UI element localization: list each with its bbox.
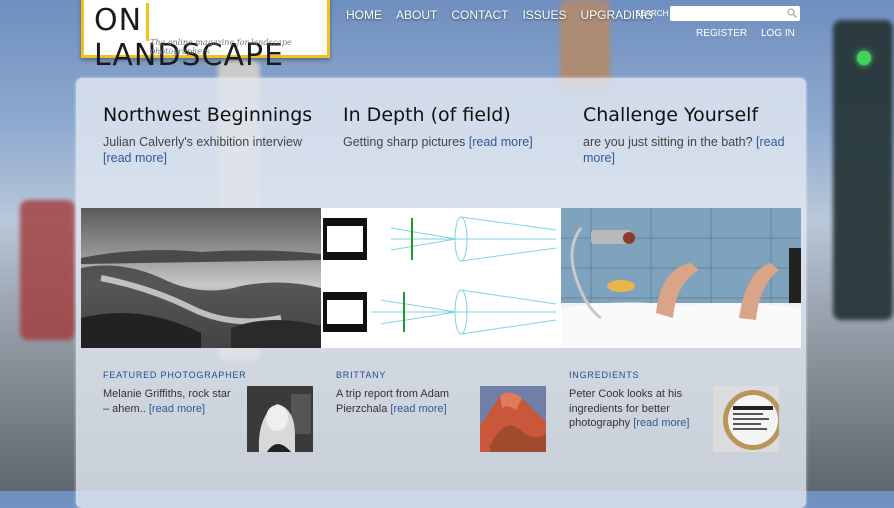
ingredients-teaser: INGREDIENTS Peter Cook looks at his ingr… [569, 370, 784, 452]
brittany-rocks-thumbnail[interactable] [480, 386, 546, 452]
search-icon[interactable] [787, 8, 797, 18]
category-label[interactable]: INGREDIENTS [569, 370, 784, 380]
depth-of-field-diagram[interactable] [321, 208, 561, 348]
read-more-link[interactable]: [read more] [633, 417, 689, 429]
login-link[interactable]: LOG IN [761, 28, 795, 39]
teaser-text: A trip report from Adam Pierzchala [read… [336, 387, 471, 416]
read-more-link[interactable]: [read more] [390, 403, 446, 415]
feature-title[interactable]: In Depth (of field) [343, 104, 563, 126]
background-hut [20, 200, 75, 340]
nav-about[interactable]: ABOUT [396, 8, 437, 22]
bath-image[interactable] [561, 208, 801, 348]
photographer-portrait[interactable] [247, 386, 313, 452]
feature-summary: Getting sharp pictures [read more] [343, 134, 563, 150]
featured-photographer-teaser: FEATURED PHOTOGRAPHER Melanie Griffiths,… [103, 370, 318, 452]
category-label[interactable]: FEATURED PHOTOGRAPHER [103, 370, 318, 380]
site-logo[interactable]: ON LANDSCAPE The online magazine for lan… [81, 0, 330, 73]
logo-divider [146, 3, 149, 41]
search-label: SEARCH [635, 9, 669, 18]
category-label[interactable]: BRITTANY [336, 370, 551, 380]
read-more-link[interactable]: [read more] [103, 151, 167, 165]
feature-text: Julian Calverly's exhibition interview [103, 135, 302, 149]
seascape-image[interactable] [81, 208, 321, 348]
feature-text: Getting sharp pictures [343, 135, 469, 149]
teaser-text: Peter Cook looks at his ingredients for … [569, 387, 704, 431]
search-input[interactable] [670, 6, 800, 21]
nutrition-label-thumbnail[interactable] [713, 386, 779, 452]
register-link[interactable]: REGISTER [696, 28, 747, 39]
nav-home[interactable]: HOME [346, 8, 382, 22]
nav-issues[interactable]: ISSUES [522, 8, 566, 22]
logo-tagline: The online magazine for landscape photog… [150, 38, 292, 56]
feature-title[interactable]: Challenge Yourself [583, 104, 803, 126]
feature-title[interactable]: Northwest Beginnings [103, 104, 323, 126]
read-more-link[interactable]: [read more] [149, 403, 205, 415]
background-lighthouse [833, 20, 893, 320]
nav-contact[interactable]: CONTACT [451, 8, 508, 22]
read-more-link[interactable]: [read more] [469, 135, 533, 149]
teaser-text: Melanie Griffiths, rock star – ahem.. [r… [103, 387, 238, 416]
feature-images [81, 208, 801, 348]
feature-challenge-yourself: Challenge Yourself are you just sitting … [583, 104, 803, 166]
feature-summary: are you just sitting in the bath? [read … [583, 134, 803, 166]
feature-summary: Julian Calverly's exhibition interview [… [103, 134, 323, 166]
feature-text: are you just sitting in the bath? [583, 135, 757, 149]
main-nav: HOME ABOUT CONTACT ISSUES UPGRADING [346, 8, 653, 22]
feature-in-depth: In Depth (of field) Getting sharp pictur… [343, 104, 563, 150]
feature-northwest-beginnings: Northwest Beginnings Julian Calverly's e… [103, 104, 323, 166]
brittany-teaser: BRITTANY A trip report from Adam Pierzch… [336, 370, 551, 452]
background-light [857, 51, 871, 65]
